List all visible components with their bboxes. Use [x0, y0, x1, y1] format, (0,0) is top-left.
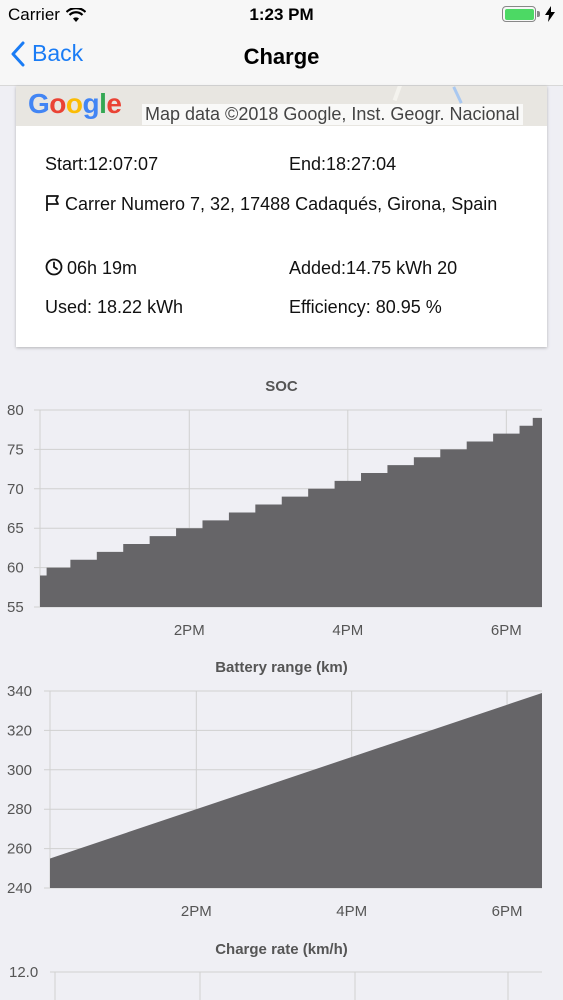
y-tick-label: 70 [7, 481, 24, 498]
duration: 06h 19m [45, 258, 137, 279]
battery-icon [502, 6, 540, 22]
y-tick-label: 340 [7, 683, 32, 700]
flag-icon [46, 195, 59, 211]
x-tick-label: 4PM [336, 903, 367, 920]
charging-bolt-icon [545, 6, 555, 22]
end-time: End:18:27:04 [289, 154, 397, 174]
battery-range-chart: 340 320 300 280 260 240 2PM 4PM 6PM [7, 683, 542, 920]
status-bar: Carrier 1:23 PM [0, 0, 563, 30]
energy-used: Used: 18.22 kWh [45, 297, 184, 317]
duration-text: 06h 19m [67, 258, 138, 278]
series-area [40, 417, 542, 607]
y-tick-label: 75 [7, 441, 24, 458]
y-tick-label: 65 [7, 520, 24, 537]
page-title: Charge [243, 44, 320, 69]
energy-added: Added:14.75 kWh 20 [289, 258, 458, 278]
status-time: 1:23 PM [249, 5, 314, 24]
clock-icon [45, 258, 63, 276]
start-time: Start:12:07:07 [45, 154, 159, 174]
y-tick-label: 12.0 [9, 964, 38, 981]
status-right [502, 6, 555, 22]
soc-chart: 80 75 70 65 60 55 2PM 4PM 6PM [7, 402, 542, 639]
y-tick-label: 55 [7, 599, 24, 616]
navigation-bar: Back Charge [0, 30, 563, 86]
address-text: Carrer Numero 7, 32, 17488 Cadaqués, Gir… [65, 194, 498, 214]
x-tick-label: 6PM [491, 622, 522, 639]
y-tick-label: 240 [7, 880, 32, 897]
y-tick-label: 280 [7, 801, 32, 818]
x-tick-label: 2PM [181, 903, 212, 920]
map-view[interactable]: Google Map data ©2018 Google, Inst. Geog… [16, 86, 547, 126]
charge-rate-chart-title: Charge rate (km/h) [215, 941, 348, 958]
series-area [50, 692, 542, 888]
x-tick-label: 6PM [492, 903, 523, 920]
x-tick-label: 2PM [174, 622, 205, 639]
google-logo: Google [28, 88, 122, 119]
address: Carrer Numero 7, 32, 17488 Cadaqués, Gir… [45, 191, 515, 217]
efficiency: Efficiency: 80.95 % [289, 297, 442, 317]
y-tick-label: 260 [7, 841, 32, 858]
charge-details-card: Google Map data ©2018 Google, Inst. Geog… [16, 86, 547, 347]
y-tick-label: 80 [7, 402, 24, 419]
y-tick-label: 320 [7, 722, 32, 739]
y-tick-label: 300 [7, 762, 32, 779]
y-tick-label: 60 [7, 560, 24, 577]
soc-chart-title: SOC [265, 378, 298, 395]
battery-range-chart-title: Battery range (km) [215, 659, 348, 676]
map-attribution: Map data ©2018 Google, Inst. Geogr. Naci… [142, 104, 523, 125]
x-tick-label: 4PM [332, 622, 363, 639]
charge-rate-chart: 12.0 [9, 964, 542, 1000]
